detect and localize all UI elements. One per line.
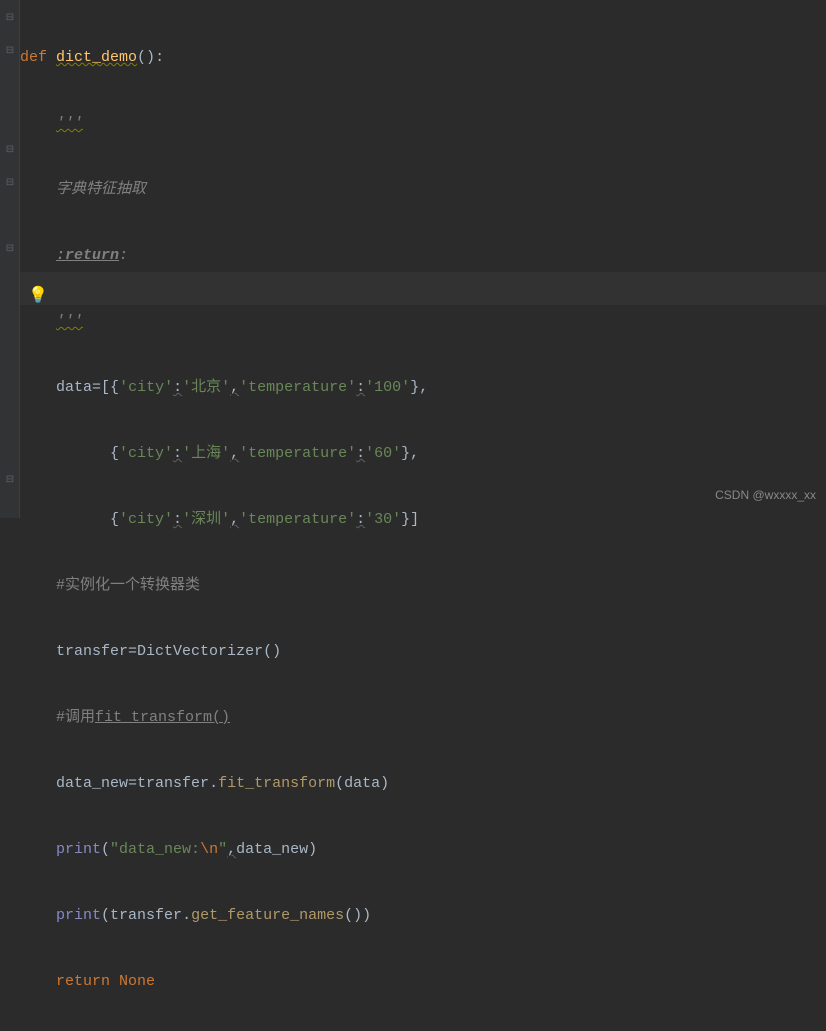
string-value: '深圳' — [182, 511, 230, 528]
object: transfer — [137, 775, 209, 792]
code-line: ''' — [20, 305, 428, 338]
fold-marker-icon[interactable]: ⊟ — [4, 144, 16, 156]
bracket: }, — [401, 445, 419, 462]
code-line: print("data_new:\n",data_new) — [20, 833, 428, 866]
comma: , — [230, 379, 239, 396]
escape: \n — [200, 841, 218, 858]
lparen: ( — [335, 775, 344, 792]
builtin-print: print — [56, 907, 101, 924]
bracket: [{ — [101, 379, 119, 396]
lparen: ( — [101, 841, 110, 858]
code-line: def dict_demo(): — [20, 41, 428, 74]
variable: transfer — [56, 643, 128, 660]
code-line: ''' — [20, 107, 428, 140]
comma: , — [230, 511, 239, 528]
code-line: data_new=transfer.fit_transform(data) — [20, 767, 428, 800]
dot: . — [182, 907, 191, 924]
comment: #实例化一个转换器类 — [56, 577, 200, 594]
comma: , — [227, 841, 236, 858]
string-key: 'city' — [119, 445, 173, 462]
parens: () — [344, 907, 362, 924]
variable: data_new — [56, 775, 128, 792]
fold-marker-icon[interactable]: ⊟ — [4, 243, 16, 255]
docstring: ''' — [56, 115, 83, 132]
argument: data_new — [236, 841, 308, 858]
fold-marker-icon[interactable]: ⊟ — [4, 45, 16, 57]
method: fit_transform — [218, 775, 335, 792]
code-line: {'city':'深圳','temperature':'30'}] — [20, 503, 428, 536]
string-value: '60' — [365, 445, 401, 462]
class-name: DictVectorizer — [137, 643, 263, 660]
parens: () — [137, 49, 155, 66]
string-key: 'temperature' — [239, 445, 356, 462]
colon: : — [173, 511, 182, 528]
string-key: 'temperature' — [239, 379, 356, 396]
string-key: 'temperature' — [239, 511, 356, 528]
comment-fn: fit_transform() — [95, 709, 230, 726]
keyword-def: def — [20, 49, 47, 66]
rparen: ) — [308, 841, 317, 858]
object: transfer — [110, 907, 182, 924]
lparen: ( — [101, 907, 110, 924]
string-value: '30' — [365, 511, 401, 528]
watermark: CSDN @wxxxx_xx — [715, 479, 816, 512]
variable: data — [56, 379, 92, 396]
argument: data — [344, 775, 380, 792]
string-value: '北京' — [182, 379, 230, 396]
method: get_feature_names — [191, 907, 344, 924]
string-value: '100' — [365, 379, 410, 396]
colon: : — [356, 511, 365, 528]
string-end: " — [218, 841, 227, 858]
code-line: #调用fit_transform() — [20, 701, 428, 734]
editor-gutter: ⊟ ⊟ ⊟ ⊟ ⊟ ⊟ — [0, 0, 20, 518]
keyword-return: return — [56, 973, 110, 990]
bracket: }, — [410, 379, 428, 396]
builtin-print: print — [56, 841, 101, 858]
code-editor[interactable]: def dict_demo(): ''' 字典特征抽取 :return: '''… — [20, 8, 428, 1031]
rparen: ) — [380, 775, 389, 792]
bracket: }] — [401, 511, 419, 528]
code-line: #实例化一个转换器类 — [20, 569, 428, 602]
docstring-text: 字典特征抽取 — [56, 181, 146, 198]
dot: . — [209, 775, 218, 792]
code-line: print(transfer.get_feature_names()) — [20, 899, 428, 932]
colon: : — [155, 49, 164, 66]
code-line: return None — [20, 965, 428, 998]
equals: = — [128, 775, 137, 792]
equals: = — [128, 643, 137, 660]
rparen: ) — [362, 907, 371, 924]
code-line: data=[{'city':'北京','temperature':'100'}, — [20, 371, 428, 404]
keyword-none: None — [119, 973, 155, 990]
string-value: '上海' — [182, 445, 230, 462]
comma: , — [230, 445, 239, 462]
comment: #调用 — [56, 709, 95, 726]
string-key: 'city' — [119, 379, 173, 396]
docstring-colon: : — [119, 247, 128, 264]
code-line: transfer=DictVectorizer() — [20, 635, 428, 668]
docstring-keyword: :return — [56, 247, 119, 264]
colon: : — [356, 379, 365, 396]
fold-marker-icon[interactable]: ⊟ — [4, 177, 16, 189]
parens: () — [263, 643, 281, 660]
bracket: { — [110, 511, 119, 528]
colon: : — [173, 445, 182, 462]
code-line: 字典特征抽取 — [20, 173, 428, 206]
docstring: ''' — [56, 313, 83, 330]
equals: = — [92, 379, 101, 396]
fold-marker-icon[interactable]: ⊟ — [4, 474, 16, 486]
fold-marker-icon[interactable]: ⊟ — [4, 12, 16, 24]
colon: : — [356, 445, 365, 462]
function-name: dict_demo — [56, 49, 137, 66]
code-line: :return: — [20, 239, 428, 272]
bracket: { — [110, 445, 119, 462]
string: "data_new: — [110, 841, 200, 858]
string-key: 'city' — [119, 511, 173, 528]
code-line: {'city':'上海','temperature':'60'}, — [20, 437, 428, 470]
colon: : — [173, 379, 182, 396]
